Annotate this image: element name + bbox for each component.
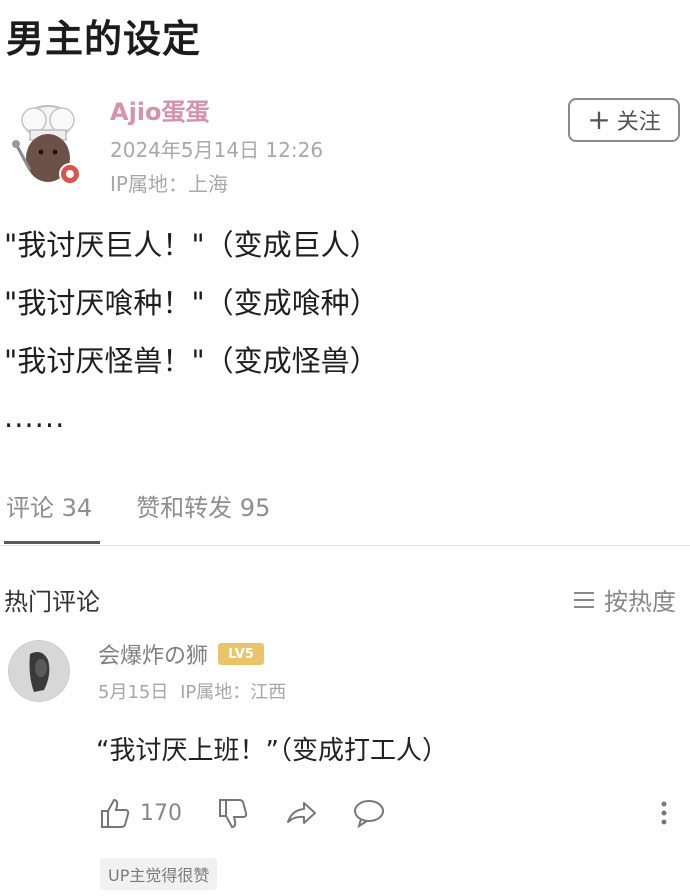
post-line: "我讨厌怪兽！"（变成怪兽） [4,344,379,378]
commenter-name-row: 会爆炸の狮 LV5 [98,638,265,670]
up-liked-badge: UP主觉得很赞 [100,858,218,890]
share-arrow-icon [287,802,316,824]
comment-bubble-icon [354,800,384,829]
post-line: "我讨厌喰种！"（变成喰种） [4,286,379,320]
comment-ip-location: IP属地：江西 [180,682,287,703]
post-ip-location: IP属地：上海 [110,172,228,196]
comment-date: 5月15日 [98,682,169,703]
post-ellipsis: ...... [4,400,66,434]
chef-avatar-icon [12,105,81,185]
commenter-avatar[interactable] [8,640,70,702]
sort-lines-icon [574,591,594,608]
more-options-button[interactable] [658,796,670,830]
reply-button[interactable] [352,796,386,830]
more-vertical-icon [661,801,667,825]
thumbs-down-icon [219,799,248,829]
dislike-button[interactable] [216,796,250,830]
sort-label: 按热度 [604,588,676,616]
comment-actions: 170 [98,796,688,836]
tab-likes-reposts[interactable]: 赞和转发 95 [136,488,270,523]
tab-comments[interactable]: 评论 34 [6,488,92,523]
divider [0,545,690,546]
commenter-name[interactable]: 会爆炸の狮 [98,638,208,670]
thumbs-up-icon [101,798,130,828]
post-timestamp: 2024年5月14日 12:26 [110,138,324,162]
follow-label: 关注 [616,110,661,135]
comment-meta: 5月15日 IP属地：江西 [98,678,286,704]
level-badge: LV5 [218,643,265,665]
like-count: 170 [140,800,182,826]
tab-bar: 评论 34 赞和转发 95 [6,488,270,523]
plus-icon: + [587,103,611,136]
follow-button[interactable]: + 关注 [568,98,680,142]
page-title: 男主的设定 [6,17,202,61]
post-content: "我讨厌巨人！"（变成巨人） "我讨厌喰种！"（变成喰种） "我讨厌怪兽！"（变… [4,222,379,434]
active-tab-indicator [4,541,100,544]
share-button[interactable] [284,796,318,830]
hot-comments-heading: 热门评论 [4,588,100,616]
comment-text: “我讨厌上班！”（变成打工人） [96,736,448,766]
author-name[interactable]: Ajio蛋蛋 [110,92,210,127]
lion-avatar-icon [8,640,70,702]
like-button[interactable]: 170 [98,796,182,830]
post-line: "我讨厌巨人！"（变成巨人） [4,228,379,262]
sort-by-hot-button[interactable]: 按热度 [572,582,676,617]
author-avatar[interactable] [10,100,86,190]
